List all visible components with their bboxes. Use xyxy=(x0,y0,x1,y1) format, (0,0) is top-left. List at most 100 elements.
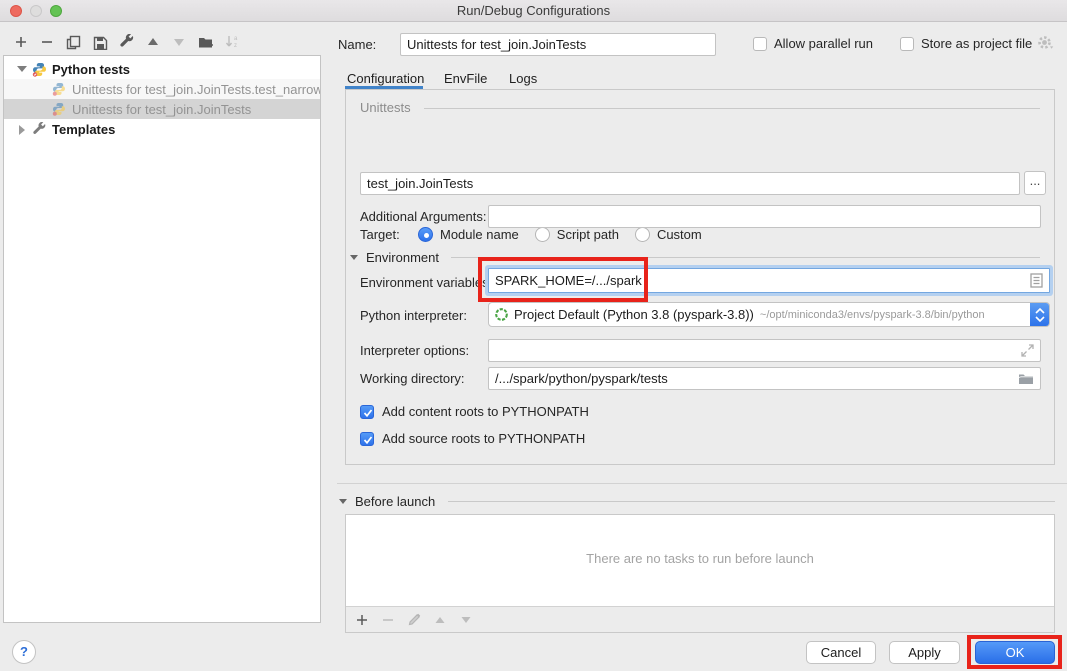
before-launch-empty-text: There are no tasks to run before launch xyxy=(346,551,1054,566)
environment-section-header[interactable]: Environment xyxy=(350,250,439,265)
gear-icon xyxy=(1036,34,1056,52)
python-test-icon xyxy=(52,102,67,117)
chevron-down-icon[interactable] xyxy=(14,66,30,72)
move-task-down-button xyxy=(456,610,476,630)
save-icon xyxy=(93,35,108,50)
checkbox-unchecked-icon xyxy=(900,37,914,51)
radio-label: Script path xyxy=(557,227,619,242)
environment-variables-label: Environment variables: xyxy=(360,275,492,290)
before-launch-panel: There are no tasks to run before launch xyxy=(345,514,1055,633)
radio-script-path[interactable]: Script path xyxy=(535,227,619,242)
browse-module-button[interactable]: ... xyxy=(1024,171,1046,195)
radio-label: Custom xyxy=(657,227,702,242)
conda-env-icon xyxy=(494,307,509,322)
python-tests-icon xyxy=(32,62,47,77)
create-folder-button[interactable] xyxy=(195,31,217,53)
add-source-roots-label: Add source roots to PYTHONPATH xyxy=(382,431,585,446)
edit-templates-button[interactable] xyxy=(116,31,138,53)
configurations-tree: Python tests Unittests for test_join.Joi… xyxy=(3,55,321,623)
tab-logs[interactable]: Logs xyxy=(509,71,537,86)
add-task-button[interactable] xyxy=(352,610,372,630)
target-radio-group: Target: Module name Script path Custom xyxy=(360,227,718,242)
remove-configuration-button[interactable] xyxy=(36,31,58,53)
interpreter-options-input[interactable] xyxy=(488,339,1041,362)
target-label: Target: xyxy=(360,227,418,242)
target-module-input[interactable] xyxy=(360,172,1020,195)
checkbox-checked-icon xyxy=(360,432,374,446)
store-as-project-file-label: Store as project file xyxy=(921,36,1032,51)
cancel-button[interactable]: Cancel xyxy=(806,641,876,664)
svg-text:a: a xyxy=(234,36,238,42)
tree-item-jointests-selected[interactable]: Unittests for test_join.JoinTests xyxy=(4,99,320,119)
run-debug-configurations-dialog: Run/Debug Configurations az Name: Allow … xyxy=(0,0,1067,671)
copy-configuration-button[interactable] xyxy=(62,31,84,53)
copy-icon xyxy=(66,35,81,50)
env-vars-editor-icon[interactable] xyxy=(1030,269,1043,292)
working-directory-label: Working directory: xyxy=(360,371,465,386)
interpreter-options-label: Interpreter options: xyxy=(360,343,469,358)
section-divider xyxy=(448,501,1055,502)
section-divider xyxy=(337,483,1067,484)
checkbox-unchecked-icon xyxy=(753,37,767,51)
apply-button[interactable]: Apply xyxy=(889,641,960,664)
arrow-down-icon xyxy=(172,35,186,49)
add-source-roots-checkbox[interactable]: Add source roots to PYTHONPATH xyxy=(360,431,585,446)
before-launch-label: Before launch xyxy=(355,494,435,509)
configuration-panel: Unittests Target: Module name Script pat… xyxy=(345,89,1055,465)
store-options-button[interactable] xyxy=(1036,34,1056,52)
title-bar: Run/Debug Configurations xyxy=(0,0,1067,22)
store-as-project-file-checkbox[interactable]: Store as project file xyxy=(900,36,1032,51)
radio-unselected-icon xyxy=(535,227,550,242)
radio-module-name[interactable]: Module name xyxy=(418,227,519,242)
before-launch-section-header[interactable]: Before launch xyxy=(339,494,435,509)
name-input[interactable] xyxy=(400,33,716,56)
help-button[interactable]: ? xyxy=(12,640,36,664)
move-up-button[interactable] xyxy=(142,31,164,53)
tree-item-label: Unittests for test_join.JoinTests.test_n… xyxy=(72,82,320,97)
name-label: Name: xyxy=(338,37,376,52)
collapse-triangle-icon xyxy=(339,499,347,504)
edit-task-button xyxy=(404,610,424,630)
add-configuration-button[interactable] xyxy=(10,31,32,53)
plus-icon xyxy=(14,35,28,49)
tree-item-label: Python tests xyxy=(52,62,130,77)
sort-az-icon: az xyxy=(225,34,241,50)
additional-arguments-input[interactable] xyxy=(488,205,1041,228)
tab-configuration[interactable]: Configuration xyxy=(347,71,424,86)
before-launch-toolbar xyxy=(346,606,1054,632)
working-directory-input[interactable] xyxy=(488,367,1041,390)
chevron-right-icon[interactable] xyxy=(14,125,30,135)
radio-label: Module name xyxy=(440,227,519,242)
python-interpreter-label: Python interpreter: xyxy=(360,308,467,323)
tab-envfile[interactable]: EnvFile xyxy=(444,71,487,86)
window-title: Run/Debug Configurations xyxy=(0,3,1067,18)
unittests-section-label: Unittests xyxy=(360,100,411,115)
tree-item-templates[interactable]: Templates xyxy=(4,119,320,140)
move-task-up-button xyxy=(430,610,450,630)
radio-custom[interactable]: Custom xyxy=(635,227,702,242)
tree-item-test-narrow[interactable]: Unittests for test_join.JoinTests.test_n… xyxy=(4,79,320,99)
checkbox-checked-icon xyxy=(360,405,374,419)
wrench-icon xyxy=(119,34,135,50)
tree-item-label: Templates xyxy=(52,122,115,137)
sort-configurations-button: az xyxy=(222,31,244,53)
remove-task-button xyxy=(378,610,398,630)
collapse-triangle-icon xyxy=(350,255,358,260)
interpreter-path: ~/opt/miniconda3/envs/pyspark-3.8/bin/py… xyxy=(760,309,985,321)
folder-icon[interactable] xyxy=(1018,367,1034,390)
allow-parallel-run-checkbox[interactable]: Allow parallel run xyxy=(753,36,873,51)
section-divider xyxy=(424,108,1040,109)
radio-selected-icon xyxy=(418,227,433,242)
combo-stepper-icon[interactable] xyxy=(1030,302,1050,327)
python-interpreter-select[interactable]: Project Default (Python 3.8 (pyspark-3.8… xyxy=(488,302,1050,327)
allow-parallel-run-label: Allow parallel run xyxy=(774,36,873,51)
annotation-highlight-env-vars xyxy=(478,257,648,302)
move-down-button xyxy=(168,31,190,53)
save-configuration-button[interactable] xyxy=(89,31,111,53)
tree-item-python-tests[interactable]: Python tests xyxy=(4,59,320,79)
add-content-roots-checkbox[interactable]: Add content roots to PYTHONPATH xyxy=(360,404,589,419)
svg-text:z: z xyxy=(234,43,237,49)
add-content-roots-label: Add content roots to PYTHONPATH xyxy=(382,404,589,419)
annotation-highlight-ok xyxy=(967,635,1062,669)
expand-field-icon[interactable] xyxy=(1021,339,1034,362)
